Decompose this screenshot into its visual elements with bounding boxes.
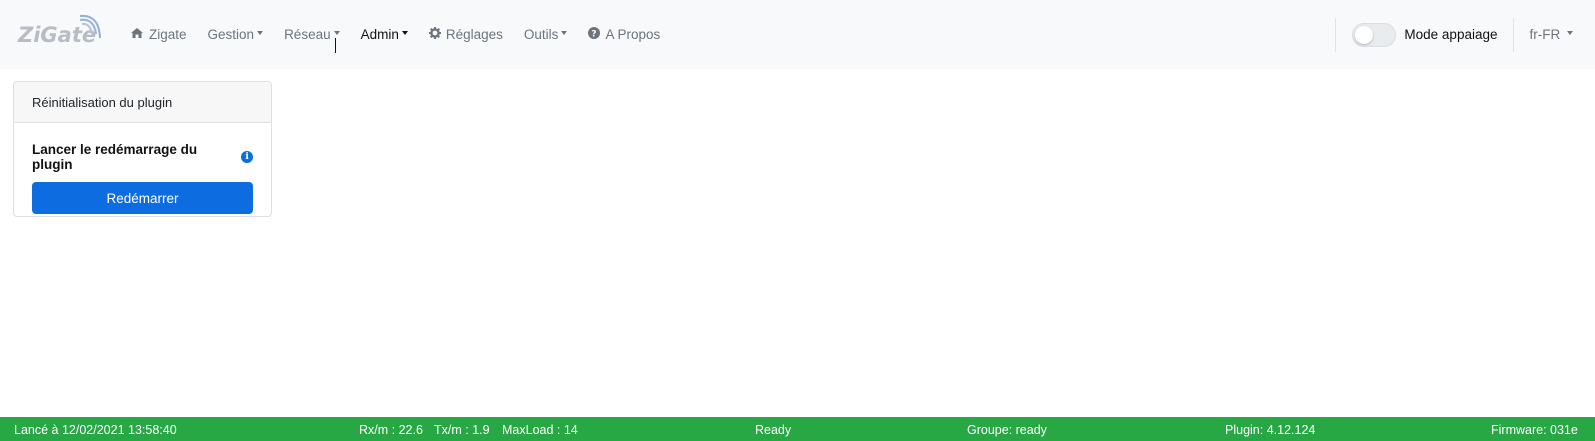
status-bar: Lancé à 12/02/2021 13:58:40 Rx/m : 22.6 …	[0, 417, 1595, 441]
chevron-down-icon	[561, 30, 568, 35]
card-body: Lancer le redémarrage du plugin i Redéma…	[14, 123, 271, 214]
nav-label-reglages: Réglages	[445, 27, 503, 42]
status-firmware: Firmware: 031e	[1491, 423, 1578, 437]
status-groups: Groupe: ready	[967, 423, 1047, 437]
logo-wave-icon	[79, 14, 101, 39]
status-rx: Rx/m : 22.6	[359, 423, 423, 437]
chevron-down-icon	[257, 30, 264, 35]
nav-item-reglages[interactable]: Réglages	[428, 27, 503, 42]
chevron-down-icon	[401, 30, 408, 35]
language-select[interactable]: fr-FR	[1514, 27, 1595, 42]
gear-icon	[428, 27, 441, 42]
nav-item-outils[interactable]: Outils	[524, 27, 568, 42]
info-icon[interactable]: i	[241, 151, 253, 163]
chevron-down-icon	[1567, 31, 1573, 36]
nav-item-zigate[interactable]: Zigate	[130, 27, 187, 42]
text-cursor	[335, 38, 336, 53]
language-label: fr-FR	[1529, 27, 1561, 42]
navbar-right: Mode appaiage fr-FR	[1335, 0, 1595, 69]
nav-item-admin[interactable]: Admin	[361, 27, 408, 42]
nav-label-zigate: Zigate	[149, 27, 187, 42]
question-circle-icon: ?	[588, 27, 601, 42]
status-maxload: MaxLoad : 14	[502, 423, 578, 437]
home-icon	[130, 27, 144, 42]
nav-label-outils: Outils	[523, 27, 559, 42]
plugin-reset-card: Réinitialisation du plugin Lancer le red…	[13, 81, 272, 217]
status-state: Ready	[755, 423, 792, 437]
card-header: Réinitialisation du plugin	[14, 82, 271, 123]
status-tx: Tx/m : 1.9	[434, 423, 490, 437]
zigate-logo[interactable]: ZiGate	[16, 14, 104, 50]
card-title-text: Lancer le redémarrage du plugin	[32, 142, 198, 172]
svg-text:?: ?	[592, 29, 597, 39]
toggle-knob	[1355, 25, 1374, 44]
restart-button[interactable]: Redémarrer	[32, 182, 253, 214]
nav-item-gestion[interactable]: Gestion	[208, 27, 264, 42]
nav-label-reseau: Réseau	[284, 27, 331, 42]
pairing-mode: Mode appaiage	[1336, 22, 1513, 47]
nav-label-admin: Admin	[360, 27, 399, 42]
top-navbar: ZiGate Zigate Gestion Réseau Admin Régla…	[0, 0, 1595, 69]
nav-item-reseau[interactable]: Réseau	[284, 27, 340, 42]
pairing-mode-toggle[interactable]	[1352, 22, 1397, 47]
status-plugin-version: Plugin: 4.12.124	[1225, 423, 1316, 437]
pairing-mode-label: Mode appaiage	[1404, 27, 1498, 42]
nav-label-gestion: Gestion	[207, 27, 255, 42]
nav-item-a-propos[interactable]: ? A Propos	[588, 27, 660, 42]
nav-label-a-propos: A Propos	[605, 27, 661, 42]
card-title: Lancer le redémarrage du plugin i	[32, 142, 253, 172]
chevron-down-icon	[333, 30, 340, 35]
status-started: Lancé à 12/02/2021 13:58:40	[14, 423, 177, 437]
main-nav: Zigate Gestion Réseau Admin Réglages Out…	[130, 0, 681, 69]
